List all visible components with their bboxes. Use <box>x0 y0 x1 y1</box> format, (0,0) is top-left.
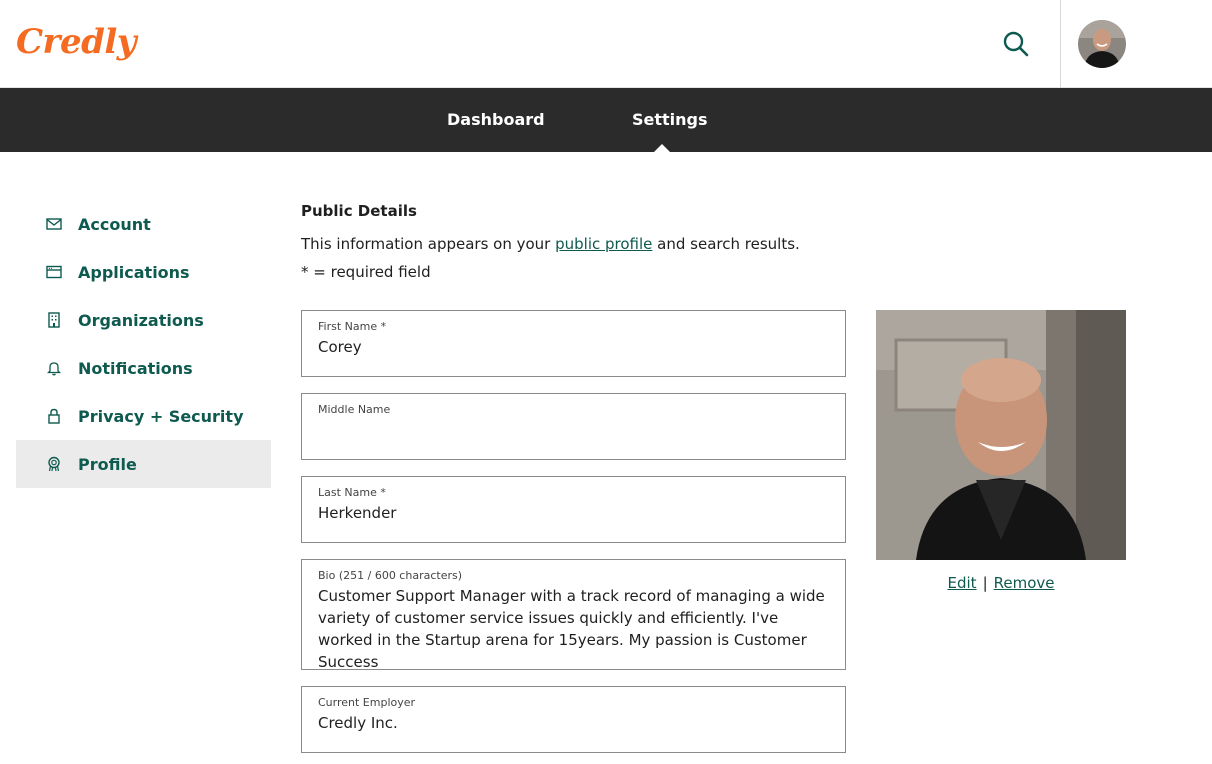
sidebar-item-label: Profile <box>78 454 137 474</box>
sidebar-item-label: Organizations <box>78 310 204 330</box>
intro-before: This information appears on your <box>301 235 556 253</box>
lock-icon <box>46 408 62 424</box>
public-profile-link[interactable]: public profile <box>555 235 652 253</box>
sidebar-item-organizations[interactable]: Organizations <box>16 296 271 344</box>
credly-logo[interactable]: Credly <box>16 22 137 62</box>
sidebar-item-notifications[interactable]: Notifications <box>16 344 271 392</box>
required-field-note: * = required field <box>301 263 431 281</box>
bio-field[interactable]: Bio (251 / 600 characters) Customer Supp… <box>301 559 846 673</box>
search-button[interactable] <box>996 24 1036 64</box>
window-icon <box>46 264 62 280</box>
sidebar-item-privacy-security[interactable]: Privacy + Security <box>16 392 271 440</box>
middle-name-field[interactable]: Middle Name <box>301 393 846 460</box>
sidebar-item-label: Notifications <box>78 358 193 378</box>
sidebar-item-profile[interactable]: Profile <box>16 440 271 488</box>
main-navbar: Dashboard Settings <box>0 88 1212 152</box>
current-employer-value[interactable]: Credly Inc. <box>318 712 829 734</box>
building-icon <box>46 312 62 328</box>
last-name-field[interactable]: Last Name * Herkender <box>301 476 846 543</box>
last-name-label: Last Name * <box>318 486 386 499</box>
first-name-field[interactable]: First Name * Corey <box>301 310 846 377</box>
search-icon <box>1003 31 1029 57</box>
user-avatar[interactable] <box>1078 20 1126 68</box>
bio-label: Bio (251 / 600 characters) <box>318 569 463 582</box>
first-name-label: First Name * <box>318 320 387 333</box>
photo-actions: Edit | Remove <box>876 574 1126 592</box>
remove-photo-link[interactable]: Remove <box>994 574 1055 592</box>
sidebar-item-applications[interactable]: Applications <box>16 248 271 296</box>
badge-icon <box>46 456 62 472</box>
sidebar-item-label: Account <box>78 214 151 234</box>
sidebar-item-account[interactable]: Account <box>16 200 271 248</box>
profile-photo <box>876 310 1126 560</box>
intro-after: and search results. <box>652 235 800 253</box>
bio-value[interactable]: Customer Support Manager with a track re… <box>318 585 829 673</box>
first-name-value[interactable]: Corey <box>318 336 829 358</box>
settings-sidebar: Account Applications Organizations Notif… <box>16 200 271 488</box>
tab-dashboard[interactable]: Dashboard <box>447 88 545 152</box>
middle-name-label: Middle Name <box>318 403 391 416</box>
current-employer-label: Current Employer <box>318 696 416 709</box>
edit-photo-link[interactable]: Edit <box>948 574 977 592</box>
current-employer-field[interactable]: Current Employer Credly Inc. <box>301 686 846 753</box>
envelope-icon <box>46 216 62 232</box>
top-header: Credly <box>0 0 1212 88</box>
photo-actions-separator: | <box>982 574 988 592</box>
intro-text: This information appears on your public … <box>301 235 800 253</box>
sidebar-item-label: Applications <box>78 262 190 282</box>
sidebar-item-label: Privacy + Security <box>78 406 244 426</box>
last-name-value[interactable]: Herkender <box>318 502 829 524</box>
active-tab-caret <box>654 144 670 152</box>
bell-icon <box>46 360 62 376</box>
header-divider <box>1060 0 1061 88</box>
section-title: Public Details <box>301 202 417 220</box>
tab-settings[interactable]: Settings <box>632 88 708 152</box>
